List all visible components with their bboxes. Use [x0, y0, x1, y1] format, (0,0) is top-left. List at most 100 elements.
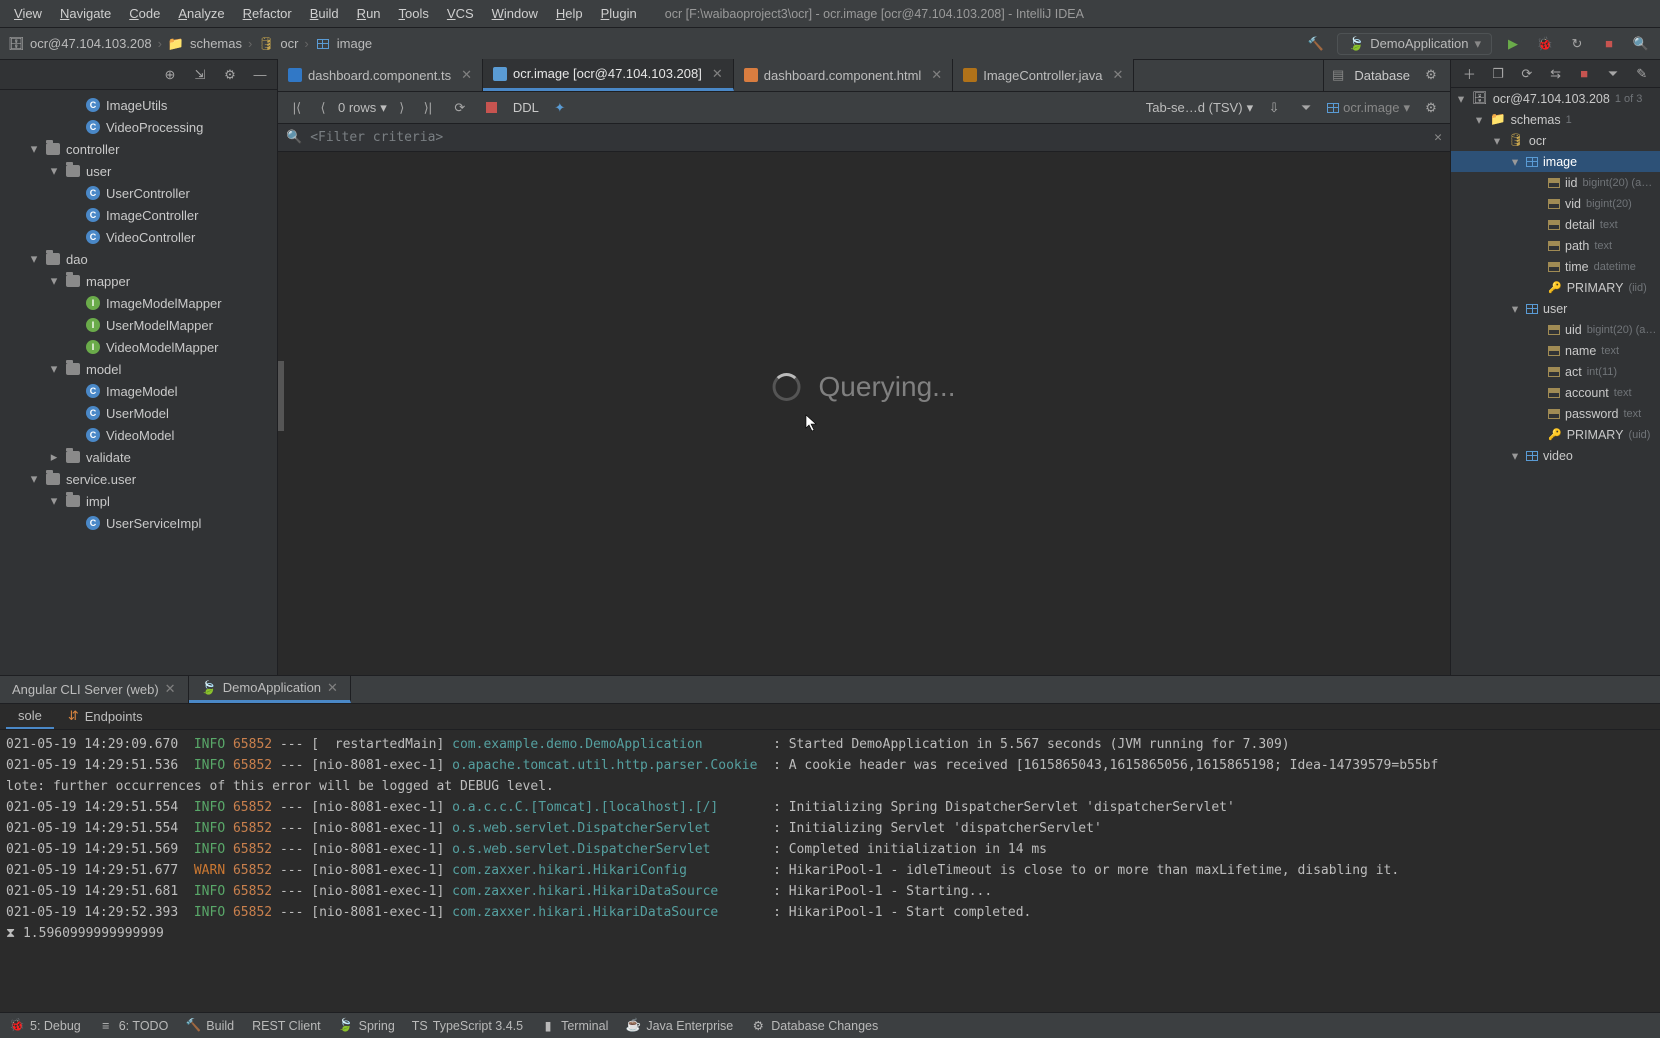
tree-package[interactable]: ▾user	[0, 160, 277, 182]
tree-twisty-icon[interactable]: ▾	[48, 273, 60, 289]
row-count-selector[interactable]: 0 rows ▾	[338, 100, 387, 116]
db-column[interactable]: act int(11)	[1451, 361, 1660, 382]
tree-twisty-icon[interactable]: ▾	[1455, 91, 1467, 106]
close-tab-icon[interactable]: ✕	[1112, 67, 1123, 83]
tree-twisty-icon[interactable]: ▾	[1473, 112, 1485, 127]
menu-build[interactable]: Build	[302, 3, 347, 24]
menu-view[interactable]: View	[6, 3, 50, 24]
tree-package[interactable]: ▾dao	[0, 248, 277, 270]
stop-query-button[interactable]	[481, 97, 503, 119]
search-icon[interactable]: 🔍	[1630, 33, 1652, 55]
tree-class[interactable]: CUserModel	[0, 402, 277, 424]
tree-twisty-icon[interactable]: ▾	[48, 163, 60, 179]
db-schemas[interactable]: ▾📁schemas 1	[1451, 109, 1660, 130]
menu-plugin[interactable]: Plugin	[593, 3, 645, 24]
database-tree[interactable]: ▾🗄ocr@47.104.103.208 1 of 3▾📁schemas 1▾🛢…	[1451, 88, 1660, 675]
run-subtab[interactable]: sole	[6, 703, 54, 729]
show-tabs-icon[interactable]: ▤	[1332, 67, 1344, 83]
status-item[interactable]: 🍃Spring	[339, 1019, 395, 1033]
close-tab-icon[interactable]: ✕	[327, 680, 338, 696]
status-item[interactable]: ⚙Database Changes	[751, 1019, 878, 1033]
run-button[interactable]: ▶	[1502, 33, 1524, 55]
scroll-gutter[interactable]	[278, 361, 284, 431]
tree-class[interactable]: CImageModel	[0, 380, 277, 402]
status-item[interactable]: TSTypeScript 3.4.5	[413, 1019, 523, 1033]
tree-twisty-icon[interactable]: ▾	[48, 361, 60, 377]
db-column[interactable]: uid bigint(20) (a…	[1451, 319, 1660, 340]
menu-window[interactable]: Window	[484, 3, 546, 24]
tree-class[interactable]: CUserServiceImpl	[0, 512, 277, 534]
console-output[interactable]: 021-05-19 14:29:09.670 INFO 65852 --- [ …	[0, 730, 1660, 1012]
datasource-selector[interactable]: ocr.image ▾	[1327, 100, 1410, 116]
db-column[interactable]: iid bigint(20) (a…	[1451, 172, 1660, 193]
sync-icon[interactable]: ⇆	[1545, 63, 1566, 85]
tree-class[interactable]: CImageController	[0, 204, 277, 226]
tree-package[interactable]: ▾mapper	[0, 270, 277, 292]
db-column[interactable]: account text	[1451, 382, 1660, 403]
tree-twisty-icon[interactable]: ▾	[28, 141, 40, 157]
db-column[interactable]: password text	[1451, 403, 1660, 424]
menu-navigate[interactable]: Navigate	[52, 3, 119, 24]
tree-package[interactable]: ▸validate	[0, 446, 277, 468]
db-table[interactable]: ▾image	[1451, 151, 1660, 172]
db-schema[interactable]: ▾🛢ocr	[1451, 130, 1660, 151]
editor-tab[interactable]: dashboard.component.ts✕	[278, 59, 483, 91]
first-page-icon[interactable]: |⟨	[286, 97, 308, 119]
target-icon[interactable]: ⊕	[159, 64, 181, 86]
db-column[interactable]: vid bigint(20)	[1451, 193, 1660, 214]
stop-button[interactable]: ■	[1598, 33, 1620, 55]
db-key[interactable]: 🔑PRIMARY (iid)	[1451, 277, 1660, 298]
db-column[interactable]: path text	[1451, 235, 1660, 256]
edit-icon[interactable]: ✎	[1631, 63, 1652, 85]
menu-code[interactable]: Code	[121, 3, 168, 24]
tree-twisty-icon[interactable]: ▾	[48, 493, 60, 509]
db-column[interactable]: time datetime	[1451, 256, 1660, 277]
menu-help[interactable]: Help	[548, 3, 591, 24]
filter-icon[interactable]: ⏷	[1295, 97, 1317, 119]
next-page-icon[interactable]: ⟩	[391, 97, 413, 119]
status-item[interactable]: ≡6: TODO	[99, 1019, 169, 1033]
hide-icon[interactable]: —	[249, 64, 271, 86]
run-tab[interactable]: Angular CLI Server (web)✕	[0, 675, 189, 703]
close-tab-icon[interactable]: ✕	[461, 67, 472, 83]
menu-tools[interactable]: Tools	[391, 3, 437, 24]
close-tab-icon[interactable]: ✕	[165, 681, 176, 697]
filter-icon[interactable]: ⏷	[1603, 63, 1624, 85]
gear-icon[interactable]: ⚙	[1420, 64, 1442, 86]
refresh-icon[interactable]: ⟳	[449, 97, 471, 119]
prev-page-icon[interactable]: ⟨	[312, 97, 334, 119]
status-item[interactable]: 🔨Build	[186, 1019, 234, 1033]
view-mode-selector[interactable]: Tab-se…d (TSV) ▾	[1146, 100, 1253, 116]
editor-tab[interactable]: ocr.image [ocr@47.104.103.208]✕	[483, 59, 734, 91]
tree-class[interactable]: CVideoProcessing	[0, 116, 277, 138]
last-page-icon[interactable]: ⟩|	[417, 97, 439, 119]
editor-tab[interactable]: ImageController.java✕	[953, 59, 1134, 91]
tree-class[interactable]: IImageModelMapper	[0, 292, 277, 314]
status-item[interactable]: ☕Java Enterprise	[626, 1019, 733, 1033]
tree-twisty-icon[interactable]: ▾	[1491, 133, 1503, 148]
close-tab-icon[interactable]: ✕	[712, 66, 723, 82]
menu-analyze[interactable]: Analyze	[170, 3, 232, 24]
menu-vcs[interactable]: VCS	[439, 3, 482, 24]
editor-tab[interactable]: dashboard.component.html✕	[734, 59, 953, 91]
db-column[interactable]: detail text	[1451, 214, 1660, 235]
close-tab-icon[interactable]: ✕	[931, 67, 942, 83]
menu-run[interactable]: Run	[349, 3, 389, 24]
collapse-icon[interactable]: ⇲	[189, 64, 211, 86]
sql-insert-icon[interactable]: ✦	[549, 97, 571, 119]
menu-refactor[interactable]: Refactor	[235, 3, 300, 24]
status-item[interactable]: ▮Terminal	[541, 1019, 608, 1033]
settings-icon[interactable]: ⚙	[1420, 97, 1442, 119]
breadcrumb-host[interactable]: ocr@47.104.103.208	[30, 36, 152, 51]
debug-button[interactable]: 🐞	[1534, 33, 1556, 55]
tree-twisty-icon[interactable]: ▾	[1509, 448, 1521, 463]
tree-package[interactable]: ▾controller	[0, 138, 277, 160]
refresh-icon[interactable]: ⟳	[1516, 63, 1537, 85]
ddl-button[interactable]: DDL	[513, 100, 539, 115]
db-table[interactable]: ▾video	[1451, 445, 1660, 466]
tree-twisty-icon[interactable]: ▾	[1509, 154, 1521, 169]
tree-twisty-icon[interactable]: ▾	[28, 471, 40, 487]
export-icon[interactable]: ⇩	[1263, 97, 1285, 119]
clear-filter-icon[interactable]: ✕	[1434, 130, 1442, 145]
tree-class[interactable]: CImageUtils	[0, 94, 277, 116]
